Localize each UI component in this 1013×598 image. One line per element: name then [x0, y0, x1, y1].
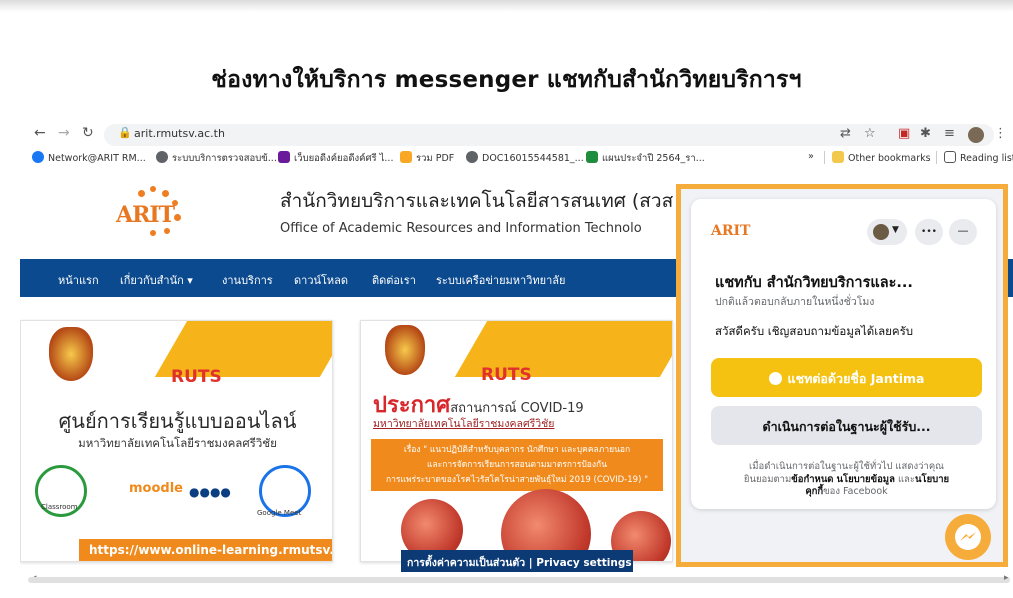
nav-network[interactable]: ระบบเครือข่ายมหาวิทยาลัย	[436, 271, 565, 289]
globe-icon	[466, 151, 478, 163]
puzzle-icon[interactable]: ✱	[920, 126, 931, 141]
nav-services[interactable]: งานบริการ	[222, 271, 273, 289]
reading-list-icon[interactable]: ≡	[944, 126, 955, 141]
globe-icon	[156, 151, 168, 163]
messenger-chat-highlight: ARIT ▼ ••• — แชทกับ สำนักวิทยบริการและ..…	[676, 184, 1008, 567]
profile-avatar[interactable]	[968, 127, 984, 143]
translate-icon[interactable]: ⇄	[840, 126, 851, 141]
university-seal-icon	[49, 327, 93, 381]
caret-down-icon: ▼	[892, 225, 899, 235]
data-policy-link[interactable]: นโยบายข้อมูล	[837, 474, 895, 485]
ruts-logo: RUTS	[481, 365, 532, 385]
cookie-link[interactable]: คุกกี้	[805, 486, 823, 497]
back-icon[interactable]: ←	[34, 125, 46, 141]
extension-icon[interactable]: ▣	[898, 126, 910, 141]
menu-icon[interactable]: ⋮	[994, 126, 1007, 141]
pdf-icon	[400, 151, 412, 163]
online-learning-url[interactable]: https://www.online-learning.rmutsv.ac.th	[79, 539, 332, 561]
address-bar-row: ← → ↻ 🔒 arit.rmutsv.ac.th ⇄ ☆ ▣ ✱ ≡ ⋮	[0, 124, 1013, 146]
other-bookmarks[interactable]: Other bookmarks	[832, 151, 931, 164]
sheet-icon	[586, 151, 598, 163]
terms-notice: เมื่อดำเนินการต่อในฐานะผู้ใช้ทั่วไป แสดง…	[743, 461, 950, 497]
chat-title: แชทกับ สำนักวิทยบริการและ...	[715, 275, 913, 291]
omnibox[interactable]: 🔒 arit.rmutsv.ac.th ⇄ ☆	[104, 124, 994, 146]
horizontal-scrollbar[interactable]	[28, 577, 1010, 583]
online-learning-subtitle: มหาวิทยาลัยเทคโนโลยีราชมงคลศรีวิชัย	[78, 436, 277, 450]
forward-icon[interactable]: →	[58, 125, 70, 141]
messenger-icon	[955, 524, 981, 550]
bookmark-item[interactable]: แผนประจำปี 2564_รา...	[586, 151, 705, 166]
privacy-settings-button[interactable]: การตั้งค่าความเป็นส่วนตัว | Privacy sett…	[401, 550, 633, 572]
top-shadow	[0, 0, 1013, 12]
url-text[interactable]: arit.rmutsv.ac.th	[134, 127, 225, 140]
ruts-logo: RUTS	[171, 367, 222, 387]
covid-announcement-banner[interactable]: RUTS ประกาศสถานการณ์ COVID-19 มหาวิทยาลั…	[360, 320, 673, 562]
site-subtitle: Office of Academic Resources and Informa…	[280, 221, 642, 236]
avatar	[873, 224, 889, 240]
star-icon[interactable]: ☆	[864, 126, 876, 141]
online-learning-banner[interactable]: RUTS ศูนย์การเรียนรู้แบบออนไลน์ มหาวิทยา…	[20, 320, 333, 562]
lock-icon: 🔒	[118, 126, 132, 139]
nav-download[interactable]: ดาวน์โหลด	[294, 271, 348, 289]
messenger-launcher-button[interactable]	[945, 514, 991, 560]
messenger-chat-panel: ARIT ▼ ••• — แชทกับ สำนักวิทยบริการและ..…	[691, 199, 996, 509]
bookmark-item[interactable]: รวม PDF	[400, 151, 454, 166]
page-headline: ช่องทางให้บริการ messenger แชทกับสำนักวิ…	[211, 67, 802, 93]
moodle-logo: moodle	[129, 481, 183, 496]
bookmark-item[interactable]: ระบบบริการตรวจสอบข้...	[156, 151, 277, 166]
profile-switcher[interactable]: ▼	[867, 219, 907, 245]
dots-icon: ●●●●	[189, 485, 231, 499]
divider	[936, 151, 937, 164]
covid-body: เรื่อง " แนวปฏิบัติสำหรับบุคลากร นักศึกษ…	[371, 439, 663, 491]
reading-list-icon	[944, 151, 956, 163]
continue-as-user-button[interactable]: แชทต่อด้วยชื่อ Jantima	[711, 358, 982, 397]
arit-logo[interactable]: ARIT	[108, 184, 194, 240]
nav-home[interactable]: หน้าแรก	[58, 271, 99, 289]
chat-response-time: ปกติแล้วตอบกลับภายในหนึ่งชั่วโมง	[715, 296, 875, 308]
nav-about[interactable]: เกี่ยวกับสำนัก ▾	[120, 271, 193, 289]
folder-icon	[832, 151, 844, 163]
facebook-icon	[32, 151, 44, 163]
messenger-icon	[768, 372, 782, 385]
scroll-right-icon[interactable]: ▸	[1004, 573, 1009, 583]
chat-greeting: สวัสดีครับ เชิญสอบถามข้อมูลได้เลยครับ	[715, 324, 914, 338]
site-icon	[278, 151, 290, 163]
online-learning-title: ศูนย์การเรียนรู้แบบออนไลน์	[58, 409, 297, 433]
more-options-icon[interactable]: •••	[915, 219, 943, 245]
continue-as-guest-button[interactable]: ดำเนินการต่อในฐานะผู้ใช้รับ...	[711, 406, 982, 445]
bookmark-item[interactable]: Network@ARIT RM...	[32, 151, 146, 164]
cookie-policy-link[interactable]: นโยบาย	[915, 474, 949, 485]
university-seal-icon	[385, 325, 425, 375]
nav-contact[interactable]: ติดต่อเรา	[372, 271, 416, 289]
reload-icon[interactable]: ↻	[82, 125, 94, 141]
terms-link[interactable]: ข้อกำหนด	[791, 474, 833, 485]
reading-list[interactable]: Reading list	[944, 151, 1013, 164]
arit-chat-logo: ARIT	[711, 223, 751, 239]
bookmark-item[interactable]: DOC16015544581_...	[466, 151, 584, 164]
site-title: สำนักวิทยบริการและเทคโนโลยีสารสนเทศ (สวส	[280, 190, 674, 212]
minimize-icon[interactable]: —	[949, 219, 977, 245]
bookmarks-bar: Network@ARIT RM... ระบบบริการตรวจสอบข้..…	[0, 149, 1013, 167]
divider	[824, 151, 825, 164]
bookmark-item[interactable]: เว็บยอดีงค์ยอดีงค์ศรี ไ...	[278, 151, 393, 166]
bookmark-overflow[interactable]: »	[808, 151, 814, 162]
covid-university: มหาวิทยาลัยเทคโนโลยีราชมงคลศรีวิชัย	[373, 418, 555, 430]
